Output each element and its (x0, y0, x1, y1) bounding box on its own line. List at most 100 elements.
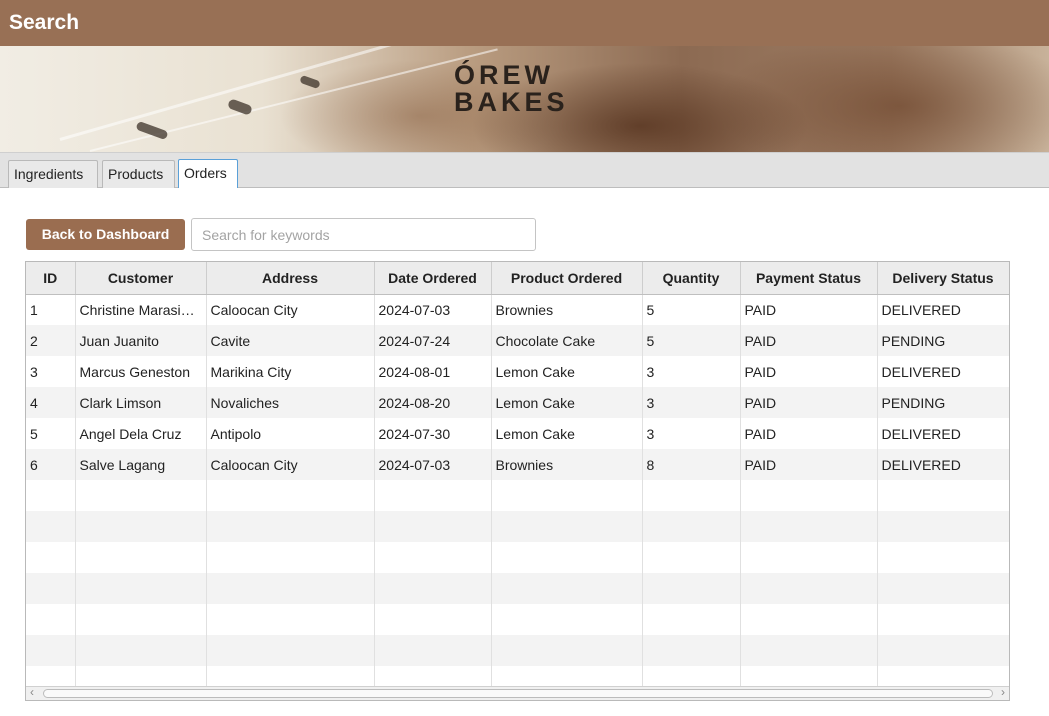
cell-payment-status: PAID (740, 418, 878, 449)
empty-cell (740, 542, 878, 573)
empty-cell (26, 542, 76, 573)
logo-line-2: BAKES (454, 87, 569, 117)
empty-cell (491, 480, 643, 511)
empty-cell (75, 542, 207, 573)
empty-cell (75, 573, 207, 604)
empty-cell (374, 635, 492, 666)
logo: ÓREW BAKES (454, 62, 604, 116)
cell-id: 3 (26, 356, 76, 387)
empty-table-row (26, 480, 1009, 511)
empty-table-row (26, 635, 1009, 666)
scroll-right-icon[interactable]: › (1001, 685, 1005, 699)
cell-quantity: 3 (642, 356, 741, 387)
table-row[interactable]: 6 Salve Lagang Caloocan City 2024-07-03 Brow… (26, 449, 1009, 480)
empty-cell (75, 604, 207, 635)
column-header-date-ordered[interactable]: Date Ordered (374, 262, 492, 295)
cell-payment-status: PAID (740, 356, 878, 387)
table-row[interactable]: 4 Clark Limson Novaliches 2024-08-20 Lemon C… (26, 387, 1009, 418)
empty-cell (75, 635, 207, 666)
cell-quantity: 3 (642, 418, 741, 449)
empty-cell (26, 604, 76, 635)
table-row[interactable]: 2 Juan Juanito Cavite 2024-07-24 Chocolate C… (26, 325, 1009, 356)
empty-cell (877, 604, 1009, 635)
empty-cell (26, 511, 76, 542)
cell-date-ordered: 2024-07-24 (374, 325, 492, 356)
banner-decoration (89, 48, 498, 152)
cell-quantity: 8 (642, 449, 741, 480)
table-row[interactable]: 1 Christine Marasigan Caloocan City 2024-07… (26, 294, 1009, 325)
cell-product-ordered: Brownies (491, 294, 643, 325)
cell-customer: Christine Marasigan (75, 294, 207, 325)
cell-address: Marikina City (206, 356, 375, 387)
column-header-payment-status[interactable]: Payment Status (740, 262, 878, 295)
orders-table[interactable]: ID Customer Address Date Ordered Product… (25, 261, 1010, 701)
empty-cell (206, 511, 375, 542)
cell-customer: Salve Lagang (75, 449, 207, 480)
cell-payment-status: PAID (740, 294, 878, 325)
cell-id: 4 (26, 387, 76, 418)
cell-date-ordered: 2024-08-01 (374, 356, 492, 387)
brand-banner: ÓREW BAKES (0, 46, 1049, 152)
tab-products[interactable]: Products (102, 160, 175, 188)
cell-payment-status: PAID (740, 449, 878, 480)
cell-id: 6 (26, 449, 76, 480)
empty-cell (75, 480, 207, 511)
cell-customer: Clark Limson (75, 387, 207, 418)
column-header-address[interactable]: Address (206, 262, 375, 295)
empty-cell (374, 511, 492, 542)
empty-cell (877, 573, 1009, 604)
column-header-product-ordered[interactable]: Product Ordered (491, 262, 643, 295)
empty-cell (374, 480, 492, 511)
tab-bar: Ingredients Products Orders (0, 152, 1049, 189)
cell-product-ordered: Lemon Cake (491, 387, 643, 418)
logo-line-1: ÓREW (454, 60, 554, 90)
empty-cell (206, 480, 375, 511)
empty-cell (206, 604, 375, 635)
tab-orders[interactable]: Orders (178, 159, 238, 189)
column-header-customer[interactable]: Customer (75, 262, 207, 295)
horizontal-scrollbar[interactable]: ‹ › (26, 685, 1009, 700)
empty-cell (740, 573, 878, 604)
banner-decoration (59, 46, 426, 141)
cell-customer: Marcus Geneston (75, 356, 207, 387)
banner-decoration (299, 74, 321, 90)
cell-product-ordered: Lemon Cake (491, 356, 643, 387)
cell-address: Antipolo (206, 418, 375, 449)
empty-cell (26, 635, 76, 666)
cell-address: Caloocan City (206, 449, 375, 480)
column-header-delivery-status[interactable]: Delivery Status (877, 262, 1009, 295)
cell-product-ordered: Chocolate Cake (491, 325, 643, 356)
cell-address: Cavite (206, 325, 375, 356)
empty-table-row (26, 604, 1009, 635)
cell-customer: Angel Dela Cruz (75, 418, 207, 449)
empty-cell (374, 542, 492, 573)
table-row[interactable]: 5 Angel Dela Cruz Antipolo 2024-07-30 Lemon … (26, 418, 1009, 449)
scrollbar-thumb[interactable] (43, 689, 993, 698)
search-input[interactable] (191, 218, 536, 251)
empty-cell (642, 542, 741, 573)
empty-cell (877, 635, 1009, 666)
orders-panel: Back to Dashboard ID Customer Address Da… (0, 188, 1049, 716)
cell-id: 5 (26, 418, 76, 449)
cell-delivery-status: PENDING (877, 387, 1009, 418)
tab-ingredients[interactable]: Ingredients (8, 160, 98, 188)
empty-cell (374, 604, 492, 635)
empty-cell (491, 511, 643, 542)
cell-date-ordered: 2024-08-20 (374, 387, 492, 418)
cell-date-ordered: 2024-07-03 (374, 449, 492, 480)
empty-cell (877, 511, 1009, 542)
empty-cell (491, 573, 643, 604)
table-header-row: ID Customer Address Date Ordered Product… (26, 262, 1009, 295)
cell-payment-status: PAID (740, 387, 878, 418)
scroll-left-icon[interactable]: ‹ (30, 685, 34, 699)
back-to-dashboard-button[interactable]: Back to Dashboard (26, 219, 185, 250)
cell-address: Caloocan City (206, 294, 375, 325)
cell-quantity: 5 (642, 325, 741, 356)
empty-cell (642, 604, 741, 635)
column-header-quantity[interactable]: Quantity (642, 262, 741, 295)
empty-table-row (26, 542, 1009, 573)
empty-cell (26, 480, 76, 511)
column-header-id[interactable]: ID (26, 262, 76, 295)
cell-delivery-status: PENDING (877, 325, 1009, 356)
table-row[interactable]: 3 Marcus Geneston Marikina City 2024-08-01 L… (26, 356, 1009, 387)
